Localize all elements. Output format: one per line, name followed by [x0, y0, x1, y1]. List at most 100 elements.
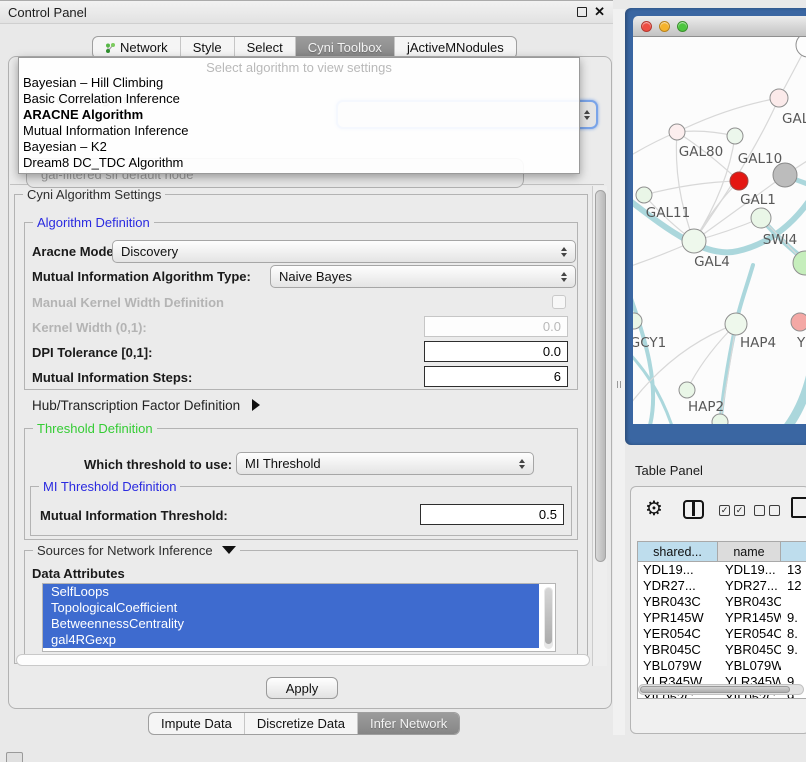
network-svg: GAL8GAL80GAL10GAL1GAL11SWI4GAL4GCY1HAP4Y…: [633, 37, 806, 424]
close-traffic-light-icon[interactable]: [641, 21, 652, 32]
node-gal10[interactable]: [727, 128, 743, 144]
minimize-traffic-light-icon[interactable]: [659, 21, 670, 32]
which-threshold-combo[interactable]: MI Threshold: [236, 452, 534, 475]
which-threshold-label: Which threshold to use:: [84, 457, 232, 472]
kernel-width-field[interactable]: 0.0: [424, 316, 568, 337]
mi-type-value: Naive Bayes: [279, 269, 561, 284]
table-row[interactable]: YDL19...YDL19...13: [638, 562, 806, 578]
node-gal80[interactable]: [669, 124, 685, 140]
expand-arrow-icon[interactable]: [252, 399, 260, 411]
node-red-node[interactable]: [730, 172, 748, 190]
split-view-icon[interactable]: [683, 500, 704, 519]
attribute-betweennesscentrality[interactable]: BetweennessCentrality: [43, 616, 539, 632]
algorithm-option-dream8-dc-tdc-algorithm[interactable]: Dream8 DC_TDC Algorithm: [19, 155, 579, 171]
algorithm-placeholder: Select algorithm to view settings: [19, 58, 579, 75]
tab-style[interactable]: Style: [180, 37, 234, 58]
attribute-gal4rgexp[interactable]: gal4RGexp: [43, 632, 539, 648]
column-header-name[interactable]: name: [718, 542, 781, 561]
algorithm-option-basic-correlation-inference[interactable]: Basic Correlation Inference: [19, 91, 579, 107]
tab-infer-network[interactable]: Infer Network: [357, 713, 459, 734]
bottom-left-chip[interactable]: [6, 752, 23, 762]
sources-title[interactable]: Sources for Network Inference: [33, 543, 240, 558]
algorithm-option-bayesian-hill-climbing[interactable]: Bayesian – Hill Climbing: [19, 75, 579, 91]
node-hap2[interactable]: [679, 382, 695, 398]
unchecked-columns-icon[interactable]: [754, 505, 780, 516]
aracne-mode-value: Discovery: [121, 244, 561, 259]
data-attributes-list[interactable]: SelfLoopsTopologicalCoefficientBetweenne…: [42, 583, 556, 652]
attributes-scrollbar[interactable]: [544, 587, 553, 649]
node-label-gcy1: GCY1: [633, 335, 666, 351]
float-icon[interactable]: [577, 7, 587, 17]
table-row[interactable]: YER054CYER054C8.: [638, 626, 806, 642]
checked-columns-icon[interactable]: ✓✓: [719, 505, 745, 516]
node-label-gal4: GAL4: [694, 254, 730, 270]
table-cell: YBR043C: [718, 594, 781, 610]
table-row[interactable]: YBL079WYBL079W: [638, 658, 806, 674]
tab-cyni-toolbox[interactable]: Cyni Toolbox: [295, 37, 394, 58]
tab-jactivemnodules[interactable]: jActiveMNodules: [394, 37, 516, 58]
attribute-selfloops[interactable]: SelfLoops: [43, 584, 539, 600]
tab-select[interactable]: Select: [234, 37, 295, 58]
tab-impute-data[interactable]: Impute Data: [149, 713, 244, 734]
mi-threshold-label: Mutual Information Threshold:: [40, 508, 228, 523]
close-icon[interactable]: ✕: [594, 7, 605, 17]
tab-discretize-data[interactable]: Discretize Data: [244, 713, 357, 734]
column-header-a[interactable]: A: [781, 542, 806, 561]
algorithm-option-bayesian-k2[interactable]: Bayesian – K2: [19, 139, 579, 155]
node-gal8-partial[interactable]: [770, 89, 788, 107]
algorithm-dropdown-popup: Select algorithm to view settings Bayesi…: [18, 57, 580, 174]
collapse-arrow-icon[interactable]: [222, 546, 236, 554]
manual-kernel-checkbox[interactable]: [552, 295, 566, 309]
node-partial-top-right[interactable]: [796, 37, 806, 57]
mi-type-label: Mutual Information Algorithm Type:: [32, 269, 251, 284]
gear-icon[interactable]: ⚙: [645, 496, 663, 521]
node-hap4[interactable]: [725, 313, 747, 335]
network-canvas[interactable]: GAL8GAL80GAL10GAL1GAL11SWI4GAL4GCY1HAP4Y…: [633, 37, 806, 424]
mi-type-combo[interactable]: Naive Bayes: [270, 265, 576, 288]
node-salmon-node[interactable]: [791, 313, 806, 331]
node-label-y: Y: [796, 335, 806, 351]
cyni-algorithm-settings-title: Cyni Algorithm Settings: [23, 187, 165, 202]
table-cell: YBR043C: [638, 594, 718, 610]
table-header: shared...nameA: [638, 542, 806, 562]
aracne-mode-label: Aracne Mode:: [32, 244, 118, 259]
which-threshold-value: MI Threshold: [245, 456, 519, 471]
node-gal4[interactable]: [682, 229, 706, 253]
hub-section-toggle[interactable]: Hub/Transcription Factor Definition: [32, 398, 260, 413]
zoom-traffic-light-icon[interactable]: [677, 21, 688, 32]
control-panel-titlebar: Control Panel ✕: [0, 0, 613, 24]
algorithm-option-mutual-information-inference[interactable]: Mutual Information Inference: [19, 123, 579, 139]
settings-vscrollbar[interactable]: [592, 186, 607, 666]
table-row[interactable]: YPR145WYPR145W9.: [638, 610, 806, 626]
dpi-tolerance-field[interactable]: 0.0: [424, 341, 568, 362]
table-cell: YBR045C: [638, 642, 718, 658]
aracne-mode-combo[interactable]: Discovery: [112, 240, 576, 263]
table-row[interactable]: YDR27...YDR27...12: [638, 578, 806, 594]
tab-network[interactable]: Network: [93, 37, 180, 58]
algorithm-option-aracne-algorithm[interactable]: ARACNE Algorithm: [19, 107, 579, 123]
table-cell: YBR045C: [718, 642, 781, 658]
column-header-shared[interactable]: shared...: [638, 542, 718, 561]
settings-hscrollbar[interactable]: [16, 654, 590, 666]
network-window-titlebar[interactable]: [633, 16, 806, 37]
node-bottom-partial[interactable]: [712, 414, 728, 424]
tab-label: Style: [193, 40, 222, 55]
table-panel: ⚙ ✓✓ shared...nameA YDL19...YDL19...13YD…: [630, 486, 806, 734]
attribute-topologicalcoefficient[interactable]: TopologicalCoefficient: [43, 600, 539, 616]
node-gal11[interactable]: [636, 187, 652, 203]
panel-splitter[interactable]: [613, 9, 625, 735]
tab-label: Cyni Toolbox: [308, 40, 382, 55]
mi-steps-label: Mutual Information Steps:: [32, 370, 192, 385]
mi-threshold-field[interactable]: 0.5: [420, 504, 564, 525]
table-cell: 9.: [781, 642, 806, 658]
table-hscrollbar[interactable]: [638, 684, 804, 695]
table-cell: YPR145W: [638, 610, 718, 626]
node-gal1[interactable]: [751, 208, 771, 228]
kernel-width-label: Kernel Width (0,1):: [32, 320, 147, 335]
table-row[interactable]: YBR043CYBR043C: [638, 594, 806, 610]
document-icon[interactable]: [791, 497, 806, 518]
node-label-gal11: GAL11: [646, 205, 690, 221]
table-row[interactable]: YBR045CYBR045C9.: [638, 642, 806, 658]
mi-steps-field[interactable]: 6: [424, 366, 568, 387]
apply-button[interactable]: Apply: [266, 677, 338, 699]
